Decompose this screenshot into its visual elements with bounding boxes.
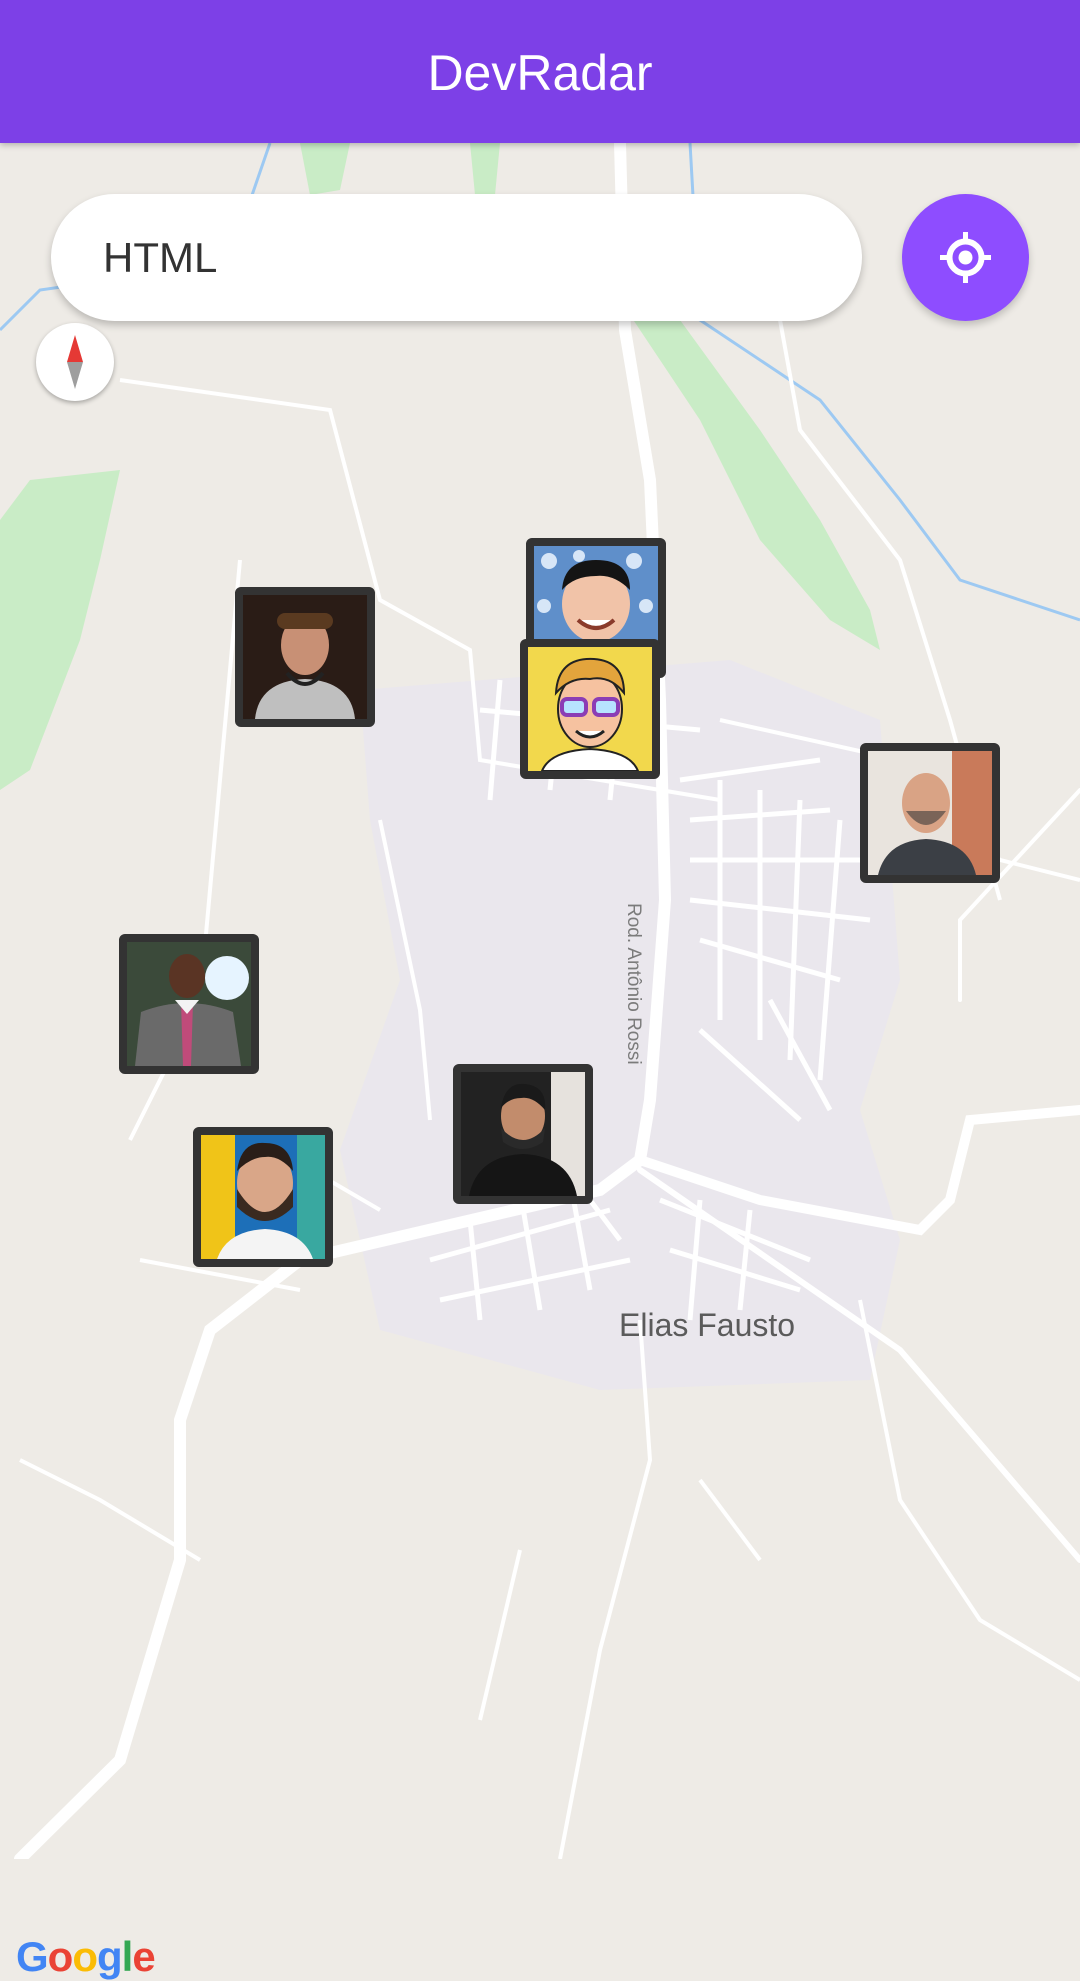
avatar-man-suit-icon xyxy=(127,942,251,1066)
dev-marker[interactable] xyxy=(235,587,375,727)
dev-marker[interactable] xyxy=(119,934,259,1074)
map-view[interactable]: Rod. Antônio Rossi Elias Fausto Google xyxy=(0,143,1080,1980)
app-bar: DevRadar xyxy=(0,0,1080,143)
locate-button[interactable] xyxy=(902,194,1029,321)
search-bar xyxy=(51,194,862,321)
park-area-top2 xyxy=(470,143,500,195)
park-area-left xyxy=(0,470,120,790)
town-label: Elias Fausto xyxy=(619,1307,796,1343)
dev-marker[interactable] xyxy=(453,1064,593,1204)
compass-button[interactable] xyxy=(36,323,114,401)
dev-marker[interactable] xyxy=(193,1127,333,1267)
avatar-man-black-shirt-icon xyxy=(461,1072,585,1196)
avatar-man-bald-icon xyxy=(868,751,992,875)
app-title: DevRadar xyxy=(427,45,653,101)
park-area-top xyxy=(300,143,350,195)
my-location-icon xyxy=(940,232,991,283)
dev-marker[interactable] xyxy=(860,743,1000,883)
avatar-man-headphones-icon xyxy=(243,595,367,719)
avatar-cartoon-glasses-icon xyxy=(528,647,652,771)
dev-marker[interactable] xyxy=(520,639,660,779)
compass-icon xyxy=(67,335,83,389)
google-logo: Google xyxy=(16,1933,156,1980)
road-label: Rod. Antônio Rossi xyxy=(623,903,644,1065)
search-input[interactable] xyxy=(101,222,805,294)
avatar-man-beard-colorful-icon xyxy=(201,1135,325,1259)
